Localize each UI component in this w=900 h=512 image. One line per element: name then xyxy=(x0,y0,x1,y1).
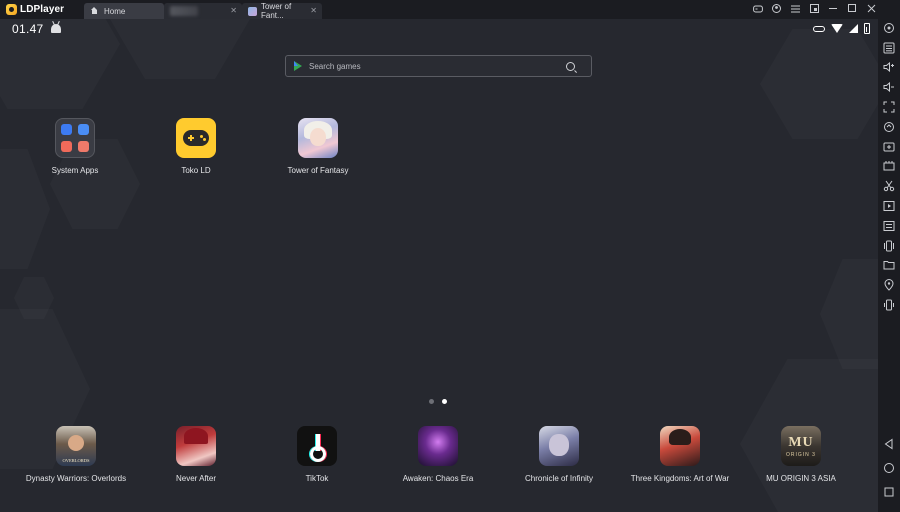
settings-icon[interactable] xyxy=(882,21,896,35)
app-label: System Apps xyxy=(51,166,99,175)
volume-down-icon[interactable] xyxy=(882,80,896,94)
app-name: LDPlayer xyxy=(20,4,65,15)
mu-logo-subtext: ORIGIN 3 xyxy=(786,452,816,458)
app-toko-ld[interactable]: Toko LD xyxy=(136,118,256,175)
user-icon[interactable] xyxy=(767,4,786,15)
screenshot-cut-icon[interactable] xyxy=(882,179,896,193)
rotate-icon[interactable] xyxy=(882,298,896,312)
background-hexagon xyxy=(760,29,878,139)
google-play-icon xyxy=(294,61,302,71)
app-label: Awaken: Chaos Era xyxy=(402,474,474,483)
app-label: Tower of Fantasy xyxy=(287,166,349,175)
app-label: Chronicle of Infinity xyxy=(524,474,594,483)
keyboard-mapping-icon[interactable] xyxy=(882,41,896,55)
shake-icon[interactable] xyxy=(882,239,896,253)
app-label: Dynasty Warriors: Overlords xyxy=(25,474,127,483)
battery-icon xyxy=(864,23,870,34)
blurred-tab-content xyxy=(170,6,198,16)
browser-mini-icon xyxy=(78,124,89,135)
page-dot-active[interactable] xyxy=(442,399,447,404)
dynasty-warriors-icon: OVERLORDS xyxy=(56,426,96,466)
gallery-mini-icon xyxy=(78,141,89,152)
page-dot[interactable] xyxy=(429,399,434,404)
search-games-bar[interactable]: Search games xyxy=(285,55,592,77)
status-clock: 01.47 xyxy=(12,22,44,36)
maximize-icon[interactable] xyxy=(843,4,862,15)
android-status-bar: 01.47 xyxy=(0,19,878,41)
back-icon[interactable] xyxy=(882,437,896,451)
ldplayer-logo-icon xyxy=(6,4,17,15)
chronicle-of-infinity-icon xyxy=(539,426,579,466)
tab-tower-of-fantasy[interactable]: Tower of Fant... ✕ xyxy=(242,2,322,20)
key-icon xyxy=(813,25,825,32)
multi-instance-icon[interactable] xyxy=(882,159,896,173)
tool-sidebar xyxy=(878,0,900,512)
home-icon[interactable] xyxy=(882,461,896,475)
sync-icon[interactable] xyxy=(882,120,896,134)
app-chronicle-of-infinity[interactable]: Chronicle of Infinity xyxy=(499,426,619,483)
android-icon xyxy=(51,24,61,33)
app-mu-origin-3[interactable]: MU ORIGIN 3 MU ORIGIN 3 ASIA xyxy=(741,426,861,483)
search-input[interactable]: Search games xyxy=(309,62,566,71)
app-three-kingdoms[interactable]: Three Kingdoms: Art of War xyxy=(620,426,740,483)
minimize-icon[interactable] xyxy=(824,4,843,15)
app-label: Toko LD xyxy=(181,166,211,175)
recents-icon[interactable] xyxy=(882,485,896,499)
tab-home[interactable]: Home xyxy=(84,3,164,19)
tab-blurred[interactable]: ✕ xyxy=(164,3,242,19)
search-icon[interactable] xyxy=(566,61,575,71)
tower-of-fantasy-icon xyxy=(298,118,338,158)
location-icon[interactable] xyxy=(882,278,896,292)
tiktok-note-glyph xyxy=(310,434,326,462)
mu-origin-3-icon: MU ORIGIN 3 xyxy=(781,426,821,466)
restore-window-icon[interactable] xyxy=(805,4,824,15)
app-label: Three Kingdoms: Art of War xyxy=(630,474,730,483)
files-mini-icon xyxy=(61,141,72,152)
gamepad-glyph xyxy=(183,130,209,146)
menu-icon[interactable] xyxy=(786,5,805,15)
title-bar: LDPlayer Home ✕ Tower of Fant... ✕ xyxy=(0,0,900,20)
operation-record-icon[interactable] xyxy=(882,219,896,233)
mu-logo-text: MU xyxy=(788,435,814,450)
folder-icon[interactable] xyxy=(882,258,896,272)
home-icon xyxy=(90,7,99,15)
app-logo: LDPlayer xyxy=(0,4,84,15)
android-home-screen: 01.47 Search games System Apps Toko LD T… xyxy=(0,19,878,512)
fullscreen-icon[interactable] xyxy=(882,100,896,114)
background-hexagon xyxy=(820,259,878,369)
tower-of-fantasy-thumb-icon xyxy=(248,6,257,16)
app-tower-of-fantasy[interactable]: Tower of Fantasy xyxy=(258,118,378,175)
app-label: MU ORIGIN 3 ASIA xyxy=(766,474,836,483)
settings-mini-icon xyxy=(61,124,72,135)
awaken-chaos-era-icon xyxy=(418,426,458,466)
close-tab-icon[interactable]: ✕ xyxy=(230,6,237,15)
toko-ld-icon xyxy=(176,118,216,158)
never-after-icon xyxy=(176,426,216,466)
wifi-icon xyxy=(831,24,843,33)
app-tiktok[interactable]: TikTok xyxy=(257,426,377,483)
system-tray xyxy=(813,23,870,34)
three-kingdoms-icon xyxy=(660,426,700,466)
app-dynasty-warriors[interactable]: OVERLORDS Dynasty Warriors: Overlords xyxy=(16,426,136,483)
app-never-after[interactable]: Never After xyxy=(136,426,256,483)
tab-home-label: Home xyxy=(104,6,126,16)
gamepad-button-dot xyxy=(203,138,206,141)
system-apps-folder-icon xyxy=(55,118,95,158)
app-label: Never After xyxy=(175,474,216,483)
tab-tower-of-fantasy-label: Tower of Fant... xyxy=(260,2,292,20)
app-label: TikTok xyxy=(305,474,329,483)
app-system-apps[interactable]: System Apps xyxy=(15,118,135,175)
record-icon[interactable] xyxy=(882,199,896,213)
volume-up-icon[interactable] xyxy=(882,60,896,74)
page-indicator xyxy=(429,399,447,404)
dynasty-warriors-badge: OVERLORDS xyxy=(62,458,90,463)
gamepad-icon[interactable] xyxy=(748,5,767,15)
tiktok-icon xyxy=(297,426,337,466)
signal-icon xyxy=(849,24,858,33)
close-tab-icon[interactable]: ✕ xyxy=(310,6,317,15)
app-awaken-chaos-era[interactable]: Awaken: Chaos Era xyxy=(378,426,498,483)
install-apk-icon[interactable] xyxy=(882,140,896,154)
ldplayer-window: LDPlayer Home ✕ Tower of Fant... ✕ 01.47… xyxy=(0,0,900,512)
